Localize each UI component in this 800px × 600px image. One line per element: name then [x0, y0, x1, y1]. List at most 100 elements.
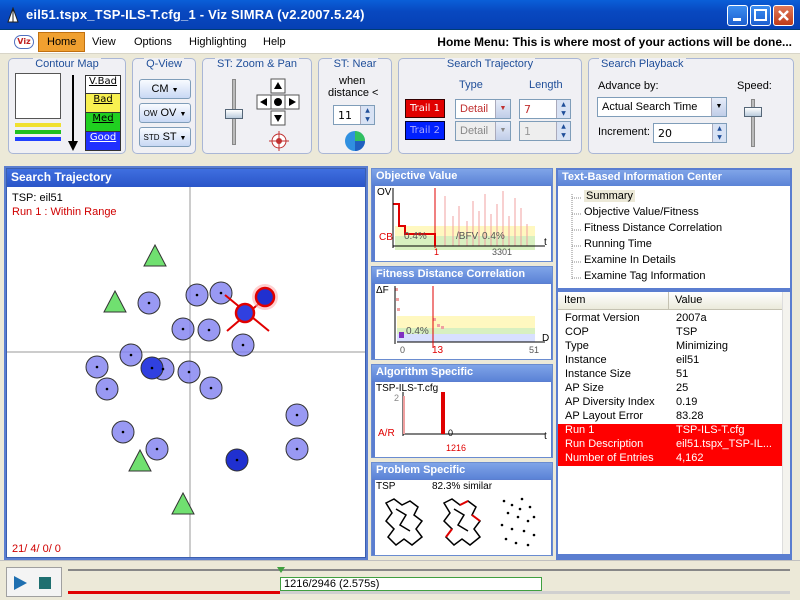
problem-header: Problem Specific [372, 463, 552, 479]
legend-bad[interactable]: Bad [86, 94, 120, 113]
play-icon[interactable] [11, 574, 29, 592]
tree-examine-tag[interactable]: Examine Tag Information [584, 270, 705, 282]
tree-running-time[interactable]: Running Time [584, 238, 652, 250]
table-row[interactable]: Run Description eil51.tspx_TSP-IL... [558, 438, 782, 452]
distance-value: 11 [338, 109, 352, 122]
fdc-x0: 0 [400, 345, 406, 355]
ov-xend: 3301 [492, 247, 513, 257]
search-playback-group: Search Playback Advance by: Actual Searc… [588, 58, 794, 154]
objective-chart[interactable] [375, 186, 551, 261]
tree-fdc[interactable]: Fitness Distance Correlation [584, 222, 722, 234]
table-row[interactable]: AP Diversity Index 0.19 [558, 396, 782, 410]
menu-bar: Viz Home View Options Highlighting Help … [0, 30, 800, 54]
table-row[interactable]: Format Version 2007a [558, 312, 782, 326]
increment-label: Increment: [598, 126, 650, 138]
type1-value: Detail [460, 103, 489, 115]
table-row[interactable]: Instance Size 51 [558, 368, 782, 382]
st-label: ST [162, 131, 177, 143]
col-item-header[interactable]: Item [558, 292, 668, 310]
speed-thumb[interactable] [744, 107, 762, 117]
col-value-header[interactable]: Value [668, 292, 782, 310]
fdc-d-label: D [542, 333, 550, 344]
stop-icon[interactable] [37, 575, 53, 591]
type-label: Type [459, 79, 483, 91]
menu-hint: Home Menu: This is where most of your ac… [437, 35, 792, 49]
viz-logo[interactable]: Viz [14, 35, 34, 49]
pan-control-icon[interactable] [255, 77, 303, 129]
tree-objective[interactable]: Objective Value/Fitness [584, 206, 699, 218]
ov-button[interactable]: OW OV ▼ [139, 103, 191, 123]
trail2-button[interactable]: Trail 2 [405, 121, 445, 140]
contour-bar-blue [15, 137, 61, 141]
title-bar: eil51.tspx_TSP-ILS-T.cfg_1 - Viz SIMRA (… [0, 0, 800, 30]
row-item: AP Layout Error [565, 410, 644, 422]
dropdown-icon: ▼ [179, 135, 187, 142]
table-row[interactable]: Run 1 TSP-ILS-T.cfg [558, 424, 782, 438]
maximize-button[interactable] [750, 5, 771, 26]
cb-label: CB [379, 232, 393, 243]
table-row[interactable]: AP Layout Error 83.28 [558, 410, 782, 424]
table-row[interactable]: Instance eil51 [558, 354, 782, 368]
increment-spinner[interactable]: 20 ▲ ▼ [653, 123, 727, 143]
minimize-button[interactable] [727, 5, 748, 26]
playback-track[interactable] [68, 569, 790, 571]
length1-value: 7 [524, 103, 531, 116]
length2-spinner[interactable]: 1 ▲ ▼ [519, 121, 571, 141]
table-row[interactable]: COP TSP [558, 326, 782, 340]
trail1-button[interactable]: Trail 1 [405, 99, 445, 118]
advance-combo[interactable]: Actual Search Time ▼ [597, 97, 727, 117]
row-item: Format Version [565, 312, 640, 324]
problem-panel: Problem Specific TSP 82.3% similar [371, 462, 553, 556]
tree-examine-details[interactable]: Examine In Details [584, 254, 676, 266]
table-row[interactable]: Number of Entries 4,162 [558, 452, 782, 466]
spin-arrows-icon[interactable]: ▲ ▼ [556, 100, 570, 118]
advance-label: Advance by: [598, 80, 659, 92]
tsp-tour-thumbnails[interactable] [382, 495, 546, 551]
table-row[interactable]: AP Size 25 [558, 382, 782, 396]
contour-bar-green [15, 130, 61, 134]
st-button[interactable]: STD ST ▼ [139, 127, 191, 147]
menu-view[interactable]: View [85, 34, 123, 50]
close-button[interactable] [773, 5, 794, 26]
spin-arrows-icon[interactable]: ▲ ▼ [360, 106, 374, 124]
spin-arrows-icon[interactable]: ▲ ▼ [712, 124, 726, 142]
length1-spinner[interactable]: 7 ▲ ▼ [519, 99, 571, 119]
row-value: 4,162 [676, 452, 704, 464]
tree-summary[interactable]: Summary [584, 190, 636, 202]
playback-title: Search Playback [599, 58, 686, 70]
type2-combo[interactable]: Detail ▼ [455, 121, 511, 141]
search-trajectory-header: Search Trajectory [7, 169, 365, 187]
row-item: Run Description [565, 438, 644, 450]
algo-t-label: t [544, 431, 547, 442]
st-near-group: ST: Near when distance < 11 ▲ ▼ [318, 58, 392, 154]
contour-preview[interactable] [15, 73, 61, 119]
menu-home[interactable]: Home [38, 32, 86, 52]
color-wheel-icon[interactable] [343, 129, 367, 153]
playback-thumb-icon[interactable] [276, 565, 286, 575]
legend-good[interactable]: Good [86, 132, 120, 150]
ov-t-label: t [544, 237, 547, 248]
menu-help[interactable]: Help [256, 34, 293, 50]
menu-highlighting[interactable]: Highlighting [182, 34, 253, 50]
cm-button[interactable]: CM ▼ [139, 79, 191, 99]
zoom-slider-thumb[interactable] [225, 109, 243, 119]
row-value: TSP [676, 326, 698, 338]
spin-arrows-icon[interactable]: ▲ ▼ [556, 122, 570, 140]
type1-combo[interactable]: Detail ▼ [455, 99, 511, 119]
speed-label: Speed: [737, 80, 772, 92]
dropdown-icon: ▼ [495, 122, 510, 140]
close-icon [778, 10, 789, 21]
zoom-pan-group: ST: Zoom & Pan [202, 58, 312, 154]
target-icon[interactable] [269, 131, 289, 151]
fdc-df-label: ΔF [376, 285, 389, 296]
trajectory-plot[interactable] [7, 187, 366, 558]
q-view-title: Q-View [144, 58, 184, 70]
row-item: AP Diversity Index [565, 396, 655, 408]
dropdown-icon: ▼ [179, 111, 187, 118]
legend-vbad[interactable]: V.Bad [86, 76, 120, 94]
distance-spinner[interactable]: 11 ▲ ▼ [333, 105, 375, 125]
table-scrollbar[interactable] [782, 292, 790, 554]
menu-options[interactable]: Options [127, 34, 179, 50]
table-row[interactable]: Type Minimizing [558, 340, 782, 354]
legend-med[interactable]: Med [86, 113, 120, 132]
